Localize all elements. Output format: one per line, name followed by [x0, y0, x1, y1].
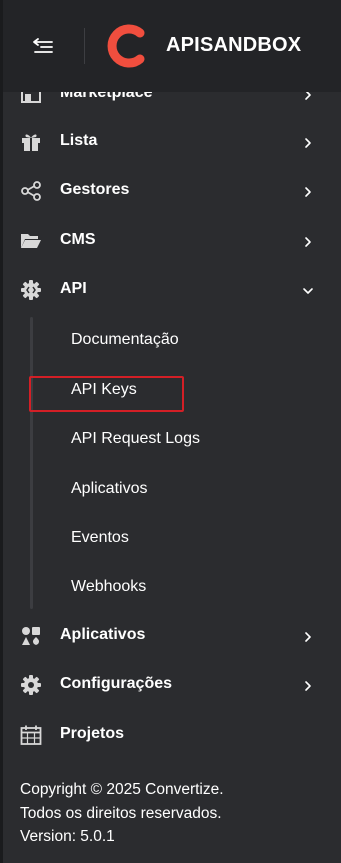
collapse-menu-icon[interactable] — [32, 37, 54, 55]
sidebar-edge — [0, 0, 3, 863]
sidebar-item-configuracoes[interactable]: Configurações — [0, 663, 341, 707]
copyright-text: Copyright © 2025 Convertize. — [20, 781, 224, 798]
chevron-right-icon — [302, 235, 314, 247]
submenu-item-label: API Request Logs — [71, 430, 200, 447]
submenu-item-label: Documentação — [71, 331, 179, 348]
chevron-right-icon — [302, 679, 314, 691]
chevron-down-icon — [302, 284, 314, 296]
header-divider — [84, 28, 85, 64]
sidebar-item-label: Configurações — [60, 675, 173, 692]
sidebar-item-label: Aplicativos — [60, 626, 146, 643]
sidebar-item-api[interactable]: API — [0, 268, 341, 312]
gear-code-icon — [20, 280, 42, 300]
submenu-item-label: Aplicativos — [71, 480, 148, 497]
sidebar-item-cms[interactable]: CMS — [0, 219, 341, 263]
sidebar-footer: Copyright © 2025 Convertize. Todos os di… — [20, 778, 224, 849]
calendar-icon — [20, 725, 42, 745]
gift-icon — [20, 132, 42, 152]
chevron-right-icon — [302, 136, 314, 148]
sidebar-item-label: Lista — [60, 132, 98, 149]
sidebar-item-label: Projetos — [60, 725, 125, 742]
sidebar-item-aplicativos[interactable]: Aplicativos — [0, 614, 341, 658]
sidebar-item-label: CMS — [60, 231, 96, 248]
submenu-item-label: API Keys — [71, 381, 137, 398]
submenu-item-eventos[interactable]: Eventos — [60, 517, 320, 557]
sidebar-item-label: Gestores — [60, 181, 130, 198]
gear-icon — [20, 675, 42, 695]
submenu-guide-line — [30, 317, 33, 609]
brand-name: APISANDBOX — [166, 34, 302, 56]
sidebar-item-gestores[interactable]: Gestores — [0, 169, 341, 213]
submenu-item-label: Eventos — [71, 529, 129, 546]
sidebar-item-label: API — [60, 280, 87, 297]
submenu-item-label: Webhooks — [71, 578, 147, 595]
share-nodes-icon — [20, 181, 42, 201]
submenu-item-webhooks[interactable]: Webhooks — [60, 566, 320, 606]
convertize-logo-icon[interactable] — [106, 24, 148, 68]
sidebar-item-projetos[interactable]: Projetos — [0, 713, 341, 757]
sidebar-header: APISANDBOX — [0, 0, 341, 92]
chevron-right-icon — [302, 185, 314, 197]
chevron-right-icon — [302, 630, 314, 642]
submenu-item-aplicativos[interactable]: Aplicativos — [60, 468, 320, 508]
folder-open-icon — [20, 231, 42, 251]
submenu-item-api-keys[interactable]: API Keys — [60, 369, 320, 409]
apps-shapes-icon — [20, 626, 42, 646]
sidebar-item-lista[interactable]: Lista — [0, 120, 341, 164]
version-text: Version: 5.0.1 — [20, 828, 115, 845]
rights-text: Todos os direitos reservados. — [20, 804, 222, 822]
submenu-item-api-request-logs[interactable]: API Request Logs — [60, 418, 320, 458]
submenu-item-documentacao[interactable]: Documentação — [60, 319, 320, 359]
